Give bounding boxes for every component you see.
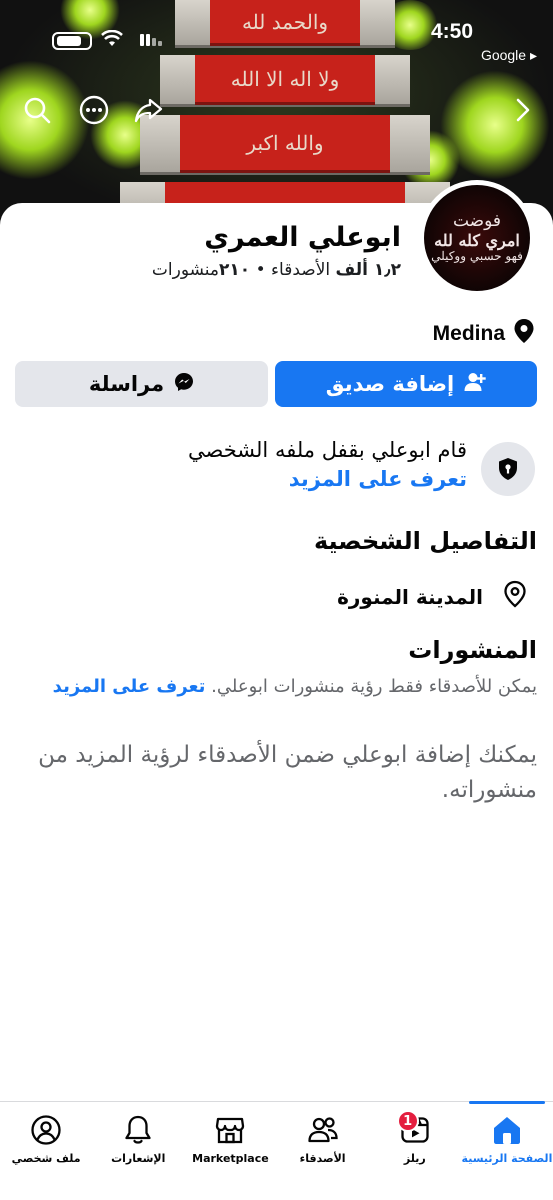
- avatar[interactable]: فوضت امري كله لله فهو حسبي ووكيلي: [419, 180, 535, 296]
- add-friend-label: إضافة صديق: [325, 372, 455, 396]
- battery-icon: [52, 32, 92, 50]
- location-pin-icon: [503, 580, 527, 613]
- locked-profile-notice: قام ابوعلي بقفل ملفه الشخصي تعرف على الم…: [15, 436, 535, 496]
- avatar-text: فهو حسبي ووكيلي: [431, 249, 523, 264]
- bell-icon: [125, 1115, 151, 1144]
- posts-learn-more-link[interactable]: تعرف على المزيد: [53, 676, 206, 697]
- more-icon[interactable]: [77, 93, 111, 127]
- friends-label[interactable]: الأصدقاء: [271, 260, 330, 280]
- tab-label: الأصدقاء: [299, 1152, 346, 1165]
- share-icon[interactable]: [131, 93, 165, 127]
- detail-city: المدينة المنورة: [337, 580, 527, 613]
- marketplace-icon: [216, 1117, 245, 1144]
- tab-label: ريلز: [403, 1152, 426, 1165]
- add-friend-hint: يمكنك إضافة ابوعلي ضمن الأصدقاء لرؤية ال…: [38, 742, 537, 803]
- profile-name: ابوعلي العمري: [204, 222, 401, 253]
- carpet-line: والله اكبر: [180, 115, 390, 173]
- tab-label: ملف شخصي: [11, 1152, 81, 1165]
- posts-count: ٢١٠: [219, 260, 251, 280]
- separator: •: [250, 260, 266, 280]
- friends-count[interactable]: ١٫٢ ألف: [336, 260, 401, 280]
- avatar-text: فوضت: [452, 211, 502, 232]
- posts-title: المنشورات: [408, 636, 537, 664]
- avatar-text: امري كله لله: [434, 230, 520, 250]
- details-title: التفاصيل الشخصية: [313, 527, 537, 555]
- city-text: المدينة المنورة: [337, 584, 483, 609]
- messenger-icon: [174, 372, 194, 397]
- back-to-app[interactable]: Google ▸: [481, 47, 537, 64]
- clock: 4:50: [430, 20, 473, 43]
- tab-home[interactable]: الصفحة الرئيسية: [461, 1101, 553, 1200]
- posts-note: يمكن للأصدقاء فقط رؤية منشورات ابوعلي. ت…: [15, 673, 537, 701]
- home-icon: [493, 1117, 520, 1144]
- location-pin-icon: [513, 318, 535, 350]
- posts-label: منشورات: [151, 260, 220, 280]
- search-icon[interactable]: [20, 93, 54, 127]
- message-button[interactable]: مراسلة: [15, 361, 268, 407]
- tab-label: Marketplace: [192, 1152, 269, 1165]
- tab-friends[interactable]: الأصدقاء: [277, 1102, 369, 1200]
- reels-badge: 1: [396, 1110, 419, 1132]
- profile-stats: ١٫٢ ألف الأصدقاء • ٢١٠منشورات: [152, 260, 401, 280]
- message-label: مراسلة: [88, 372, 165, 396]
- tab-notifications[interactable]: الإشعارات: [92, 1102, 184, 1200]
- status-bar: 4:50 Google ▸: [0, 0, 553, 80]
- location-row: Medina: [433, 318, 535, 350]
- locked-profile-text: قام ابوعلي بقفل ملفه الشخصي: [188, 438, 467, 462]
- location-text: Medina: [432, 322, 505, 345]
- bottom-nav: ملف شخصي الإشعارات Marketplace الأصدقاء …: [0, 1101, 553, 1200]
- forward-icon[interactable]: [506, 93, 540, 127]
- shield-lock-icon: [481, 442, 535, 496]
- signal-icon: [140, 34, 162, 46]
- learn-more-link[interactable]: تعرف على المزيد: [188, 465, 467, 494]
- tab-label: الصفحة الرئيسية: [461, 1152, 553, 1165]
- tab-marketplace[interactable]: Marketplace: [184, 1102, 276, 1200]
- wifi-icon: [101, 29, 123, 53]
- friends-icon: [307, 1117, 338, 1143]
- tab-label: الإشعارات: [111, 1152, 166, 1165]
- tab-profile[interactable]: ملف شخصي: [0, 1102, 92, 1200]
- posts-note-text: يمكن للأصدقاء فقط رؤية منشورات ابوعلي.: [211, 676, 537, 697]
- add-friend-button[interactable]: إضافة صديق: [275, 361, 537, 407]
- profile-icon: [31, 1115, 61, 1145]
- tab-reels[interactable]: 1 ريلز: [369, 1102, 461, 1200]
- add-friend-icon: [464, 372, 486, 397]
